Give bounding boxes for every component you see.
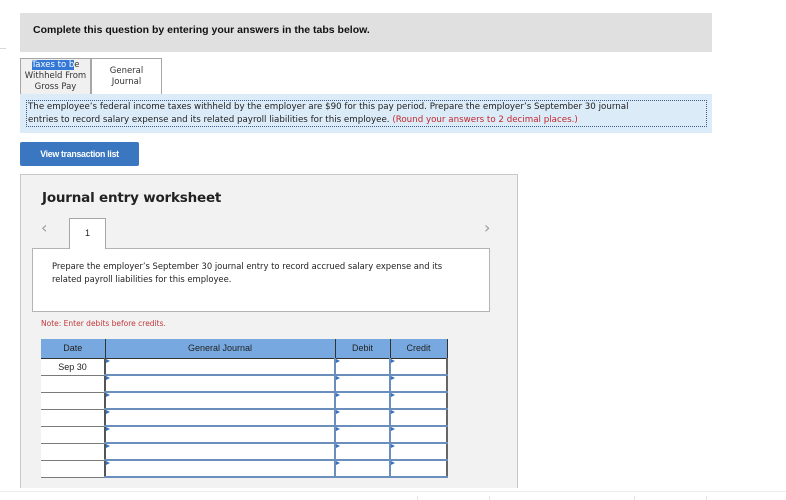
- debit-field[interactable]: [336, 410, 389, 425]
- instruction-bar: Complete this question by entering your …: [20, 13, 712, 52]
- account-field[interactable]: [106, 376, 334, 391]
- tab-taxes-withheld[interactable]: Taxes to be Withheld From Gross Pay: [20, 58, 91, 94]
- account-input[interactable]: [104, 357, 336, 376]
- account-input[interactable]: [104, 408, 336, 427]
- journal-row: [41, 425, 448, 444]
- credit-field[interactable]: [391, 376, 446, 391]
- tab-general-journal[interactable]: General Journal: [91, 58, 162, 95]
- date-cell: [41, 392, 105, 410]
- date-cell: [41, 375, 105, 393]
- debit-field[interactable]: [336, 427, 389, 442]
- journal-row: [41, 442, 448, 461]
- worksheet-prompt: Prepare the employer’s September 30 jour…: [52, 261, 443, 284]
- footer-divider: [0, 491, 786, 492]
- view-transaction-list-button[interactable]: View transaction list: [20, 142, 139, 166]
- date-cell: [41, 460, 105, 478]
- journal-row: [41, 374, 448, 393]
- debit-field[interactable]: [336, 393, 389, 408]
- tab-label-line2: Journal: [111, 77, 142, 87]
- debit-field[interactable]: [336, 461, 389, 476]
- debit-input[interactable]: [334, 442, 391, 461]
- debit-input[interactable]: [334, 408, 391, 427]
- debit-field[interactable]: [336, 376, 389, 391]
- worksheet-page-tab-1[interactable]: 1: [69, 218, 106, 249]
- debit-input[interactable]: [334, 425, 391, 444]
- credit-field[interactable]: [391, 393, 446, 408]
- worksheet-prompt-box: Prepare the employer’s September 30 jour…: [32, 248, 490, 312]
- credit-field[interactable]: [391, 461, 446, 476]
- debits-note: Note: Enter debits before credits.: [41, 319, 166, 328]
- question-line2: entries to record salary expense and its…: [28, 114, 393, 125]
- credit-input[interactable]: [389, 408, 448, 427]
- account-input[interactable]: [104, 374, 336, 393]
- date-cell: [41, 409, 105, 427]
- column-header-credit: Credit: [390, 339, 448, 359]
- debit-field[interactable]: [336, 358, 389, 374]
- tab-label-line1: General: [109, 66, 144, 76]
- tab-label-line3: Gross Pay: [34, 82, 77, 92]
- debit-input[interactable]: [334, 357, 391, 376]
- account-input[interactable]: [104, 459, 336, 478]
- question-line1: The employee’s federal income taxes with…: [28, 102, 629, 112]
- credit-input[interactable]: [389, 391, 448, 410]
- journal-row: Sep 30: [41, 357, 448, 376]
- footer-tick: [417, 496, 418, 500]
- debit-input[interactable]: [334, 374, 391, 393]
- column-header-date: Date: [41, 339, 106, 359]
- rounding-note: (Round your answers to 2 decimal places.…: [392, 114, 578, 125]
- account-field[interactable]: [106, 410, 334, 425]
- credit-input[interactable]: [389, 374, 448, 393]
- journal-row: [41, 408, 448, 427]
- account-input[interactable]: [104, 425, 336, 444]
- journal-entry-worksheet: Journal entry worksheet ‹ 1 › Prepare th…: [20, 174, 518, 488]
- credit-field[interactable]: [391, 444, 446, 459]
- credit-input[interactable]: [389, 357, 448, 376]
- account-field[interactable]: [106, 427, 334, 442]
- account-input[interactable]: [104, 442, 336, 461]
- tab-label-line2: Withheld From: [24, 71, 87, 81]
- date-cell: Sep 30: [41, 358, 105, 376]
- tab-label-selected-text: Taxes to b: [31, 60, 75, 70]
- tab-label-rest: e: [74, 60, 80, 70]
- chevron-right-icon[interactable]: ›: [484, 218, 490, 237]
- question-text: The employee’s federal income taxes with…: [26, 100, 707, 127]
- account-input[interactable]: [104, 391, 336, 410]
- page-edge-mark: [0, 48, 6, 49]
- journal-row: [41, 391, 448, 410]
- footer-tick: [489, 496, 490, 500]
- credit-field[interactable]: [391, 427, 446, 442]
- credit-input[interactable]: [389, 425, 448, 444]
- account-field[interactable]: [106, 461, 334, 476]
- account-field[interactable]: [106, 444, 334, 459]
- worksheet-title: Journal entry worksheet: [42, 190, 222, 206]
- debit-field[interactable]: [336, 444, 389, 459]
- footer-tick: [634, 496, 635, 500]
- credit-input[interactable]: [389, 442, 448, 461]
- account-field[interactable]: [106, 393, 334, 408]
- question-info-box: The employee’s federal income taxes with…: [20, 94, 712, 133]
- journal-row: [41, 459, 448, 478]
- account-field[interactable]: [106, 358, 334, 374]
- credit-field[interactable]: [391, 358, 446, 374]
- debit-input[interactable]: [334, 391, 391, 410]
- credit-input[interactable]: [389, 459, 448, 478]
- footer-tick: [706, 496, 707, 500]
- chevron-left-icon[interactable]: ‹: [41, 218, 47, 237]
- credit-field[interactable]: [391, 410, 446, 425]
- column-header-debit: Debit: [335, 339, 391, 359]
- column-header-general-journal: General Journal: [105, 339, 336, 359]
- debit-input[interactable]: [334, 459, 391, 478]
- journal-table: Date General Journal Debit Credit Sep 30: [41, 339, 448, 478]
- date-cell: [41, 426, 105, 444]
- instruction-text: Complete this question by entering your …: [33, 24, 370, 36]
- date-cell: [41, 443, 105, 461]
- journal-header-row: Date General Journal Debit Credit: [41, 339, 448, 359]
